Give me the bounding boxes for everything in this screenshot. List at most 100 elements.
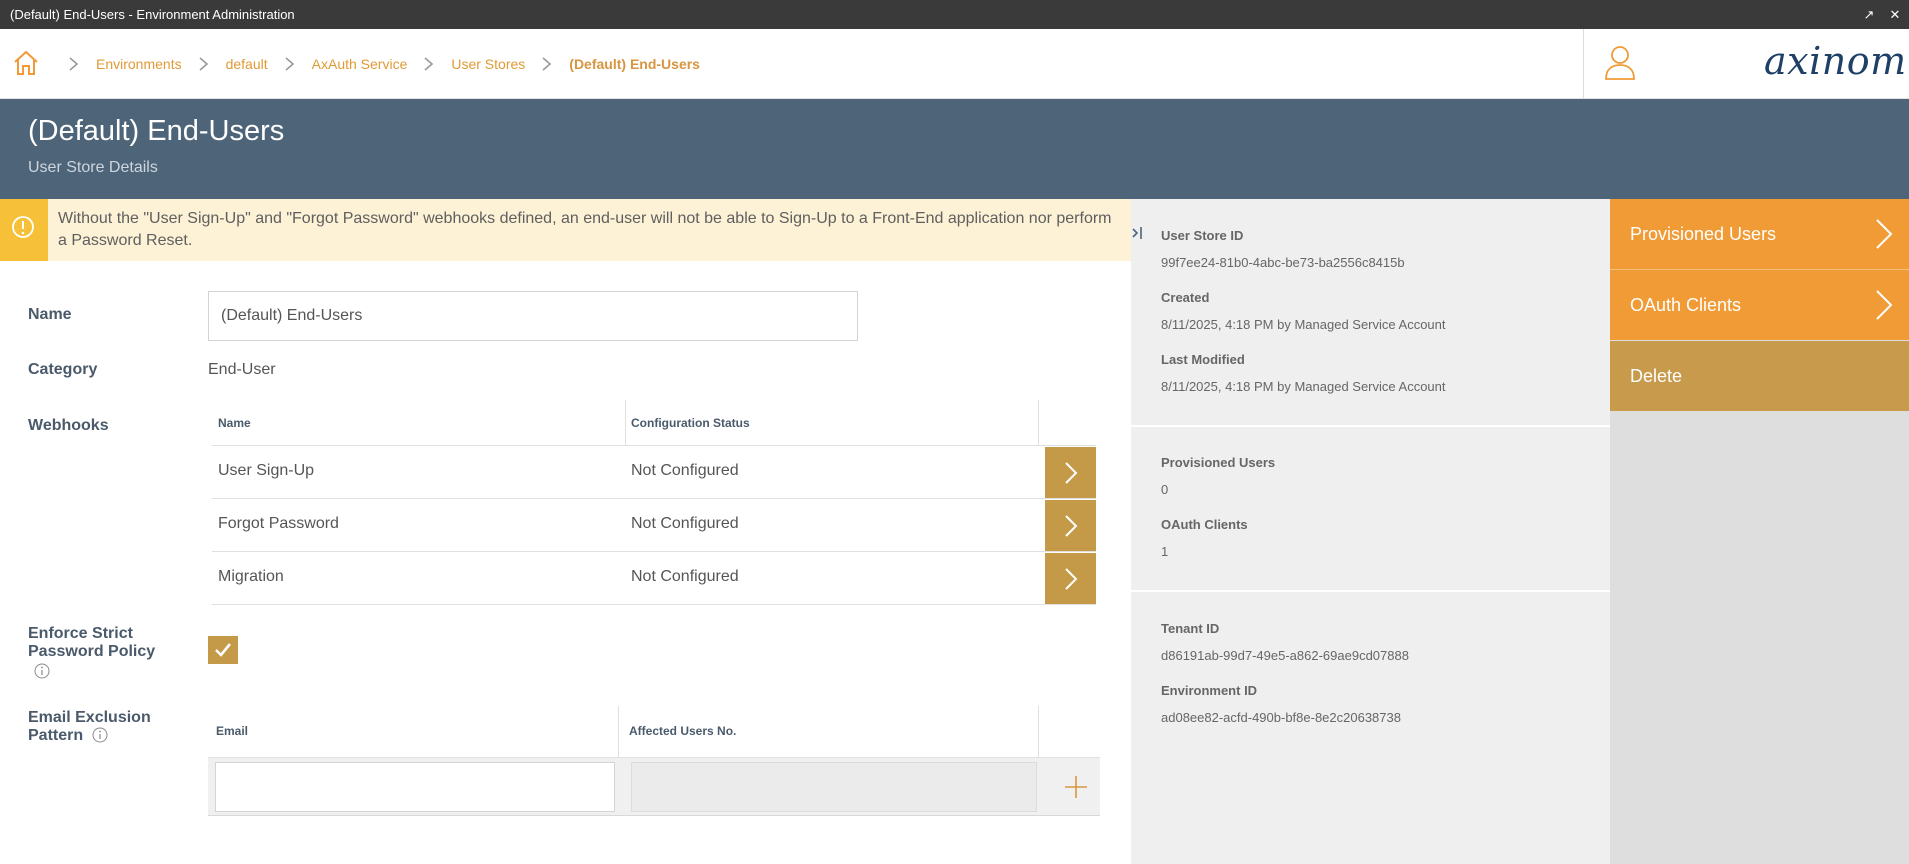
created-value: 8/11/2025, 4:18 PM by Managed Service Ac… xyxy=(1161,317,1446,332)
label-line: Email Exclusion xyxy=(28,709,151,726)
oauth-clients-button[interactable]: OAuth Clients xyxy=(1610,270,1909,340)
environment-id-label: Environment ID xyxy=(1161,683,1258,698)
top-divider xyxy=(1583,29,1584,99)
details-group-counts: Provisioned Users 0 OAuth Clients 1 xyxy=(1131,427,1610,592)
category-value: End-User xyxy=(208,361,276,378)
add-email-pattern-button[interactable] xyxy=(1052,762,1100,812)
chevron-right-icon xyxy=(1064,461,1077,484)
column-header-affected-users: Affected Users No. xyxy=(629,724,737,738)
column-divider xyxy=(618,706,619,758)
window-title: (Default) End-Users - Environment Admini… xyxy=(10,7,295,22)
webhook-name: Forgot Password xyxy=(218,515,339,532)
column-divider xyxy=(625,400,626,446)
enforce-strict-password-policy-checkbox[interactable] xyxy=(208,636,238,664)
warning-text: Without the "User Sign-Up" and "Forgot P… xyxy=(58,210,1112,249)
email-pattern-input[interactable] xyxy=(215,762,615,812)
user-icon[interactable] xyxy=(1604,45,1636,81)
column-divider xyxy=(1038,400,1039,446)
delete-button[interactable]: Delete xyxy=(1610,341,1909,411)
collapse-panel-icon[interactable] xyxy=(1131,224,1145,242)
page-subtitle: User Store Details xyxy=(28,159,158,176)
name-input[interactable] xyxy=(208,291,858,341)
chevron-right-icon xyxy=(1064,567,1077,590)
details-group-meta: User Store ID 99f7ee24-81b0-4abc-be73-ba… xyxy=(1131,199,1610,427)
created-label: Created xyxy=(1161,290,1210,305)
webhook-status: Not Configured xyxy=(631,568,739,585)
last-modified-value: 8/11/2025, 4:18 PM by Managed Service Ac… xyxy=(1161,379,1446,394)
breadcrumb-default[interactable]: default xyxy=(226,56,268,72)
info-icon[interactable] xyxy=(34,663,50,679)
provisioned-users-button[interactable]: Provisioned Users xyxy=(1610,199,1909,269)
action-label: Delete xyxy=(1630,365,1683,386)
provisioned-users-count: 0 xyxy=(1161,482,1169,497)
table-row: User Sign-Up Not Configured xyxy=(212,446,1096,499)
name-label: Name xyxy=(28,306,72,323)
webhook-status: Not Configured xyxy=(631,462,739,479)
user-store-id-label: User Store ID xyxy=(1161,228,1244,243)
webhooks-table-header: Name Configuration Status xyxy=(212,400,1096,446)
actions-panel: Provisioned Users OAuth Clients Delete xyxy=(1610,199,1909,864)
chevron-right-icon xyxy=(423,57,435,71)
action-label: OAuth Clients xyxy=(1630,294,1742,315)
top-navigation-bar: Environments default AxAuth Service User… xyxy=(0,29,1909,99)
chevron-right-icon xyxy=(284,57,296,71)
label-line: Pattern xyxy=(28,727,151,745)
breadcrumb-axauth-service[interactable]: AxAuth Service xyxy=(312,56,408,72)
popout-icon[interactable]: ↗ xyxy=(1861,7,1877,23)
page-title: (Default) End-Users xyxy=(28,115,285,147)
email-exclusion-new-row xyxy=(208,758,1100,816)
open-webhook-forgot-password-button[interactable] xyxy=(1045,500,1096,551)
plus-icon xyxy=(1065,776,1087,798)
provisioned-users-label: Provisioned Users xyxy=(1161,455,1276,470)
close-window-icon[interactable]: ✕ xyxy=(1887,7,1903,23)
chevron-right-icon xyxy=(541,57,553,71)
details-group-ids: Tenant ID d86191ab-99d7-49e5-a862-69ae9c… xyxy=(1131,592,1610,752)
open-webhook-migration-button[interactable] xyxy=(1045,553,1096,604)
open-webhook-user-signup-button[interactable] xyxy=(1045,447,1096,498)
environment-id-value: ad08ee82-acfd-490b-bf8e-8e2c20638738 xyxy=(1161,710,1401,725)
table-row: Migration Not Configured xyxy=(212,552,1096,605)
email-exclusion-pattern-label: Email Exclusion Pattern xyxy=(28,709,151,745)
chevron-right-icon xyxy=(1876,290,1893,320)
axinom-logo: axinom! xyxy=(1764,39,1909,83)
webhooks-table: Name Configuration Status User Sign-Up N… xyxy=(212,400,1096,605)
email-exclusion-table: Email Affected Users No. xyxy=(208,706,1100,816)
details-panel: User Store ID 99f7ee24-81b0-4abc-be73-ba… xyxy=(1131,199,1610,864)
affected-users-field xyxy=(631,762,1037,812)
breadcrumb: Environments default AxAuth Service User… xyxy=(52,29,700,99)
webhook-name: User Sign-Up xyxy=(218,462,315,479)
oauth-clients-label: OAuth Clients xyxy=(1161,517,1248,532)
label-line: Enforce Strict xyxy=(28,625,133,642)
action-label: Provisioned Users xyxy=(1630,223,1777,244)
breadcrumb-user-stores[interactable]: User Stores xyxy=(451,56,525,72)
warning-icon-box xyxy=(0,199,48,261)
column-header-email: Email xyxy=(216,724,249,738)
column-header-configuration-status: Configuration Status xyxy=(631,416,750,430)
email-exclusion-table-header: Email Affected Users No. xyxy=(208,706,1100,758)
oauth-clients-count: 1 xyxy=(1161,544,1169,559)
last-modified-label: Last Modified xyxy=(1161,352,1245,367)
enforce-strict-password-policy-label: Enforce Strict Password Policy xyxy=(28,625,155,684)
table-row: Forgot Password Not Configured xyxy=(212,499,1096,552)
chevron-right-icon xyxy=(68,57,80,71)
window-titlebar: (Default) End-Users - Environment Admini… xyxy=(0,0,1909,29)
breadcrumb-environments[interactable]: Environments xyxy=(96,56,182,72)
user-store-id-value: 99f7ee24-81b0-4abc-be73-ba2556c8415b xyxy=(1161,255,1405,270)
label-text: Pattern xyxy=(28,727,84,744)
webhook-name: Migration xyxy=(218,568,284,585)
checkmark-icon xyxy=(215,643,232,657)
warning-icon xyxy=(12,216,34,238)
tenant-id-label: Tenant ID xyxy=(1161,621,1220,636)
chevron-right-icon xyxy=(1064,514,1077,537)
tenant-id-value: d86191ab-99d7-49e5-a862-69ae9cd07888 xyxy=(1161,648,1409,663)
page-header: (Default) End-Users User Store Details xyxy=(0,99,1909,199)
chevron-right-icon xyxy=(1876,219,1893,249)
webhook-status: Not Configured xyxy=(631,515,739,532)
home-icon[interactable] xyxy=(12,49,40,77)
column-divider xyxy=(1038,706,1039,758)
column-header-name: Name xyxy=(218,416,251,430)
chevron-right-icon xyxy=(198,57,210,71)
info-icon[interactable] xyxy=(92,727,108,743)
warning-banner: Without the "User Sign-Up" and "Forgot P… xyxy=(0,199,1131,261)
breadcrumb-current: (Default) End-Users xyxy=(569,56,700,72)
